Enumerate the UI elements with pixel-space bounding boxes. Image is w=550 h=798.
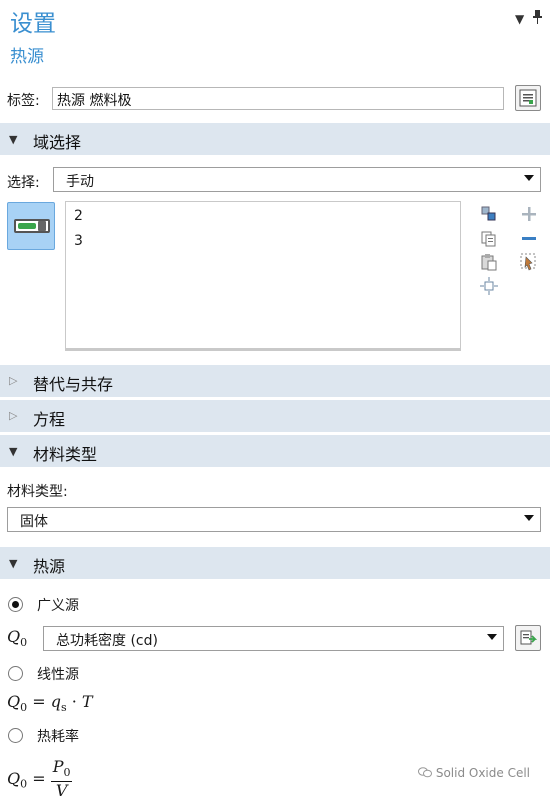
copy-icon[interactable] bbox=[479, 228, 499, 248]
list-item[interactable]: 3 bbox=[74, 233, 83, 249]
q0-value: 总功耗密度 (cd) bbox=[56, 633, 158, 649]
chevron-down-icon: ▼ bbox=[9, 133, 18, 146]
radio-heat-rate[interactable]: 热耗率 bbox=[0, 724, 550, 748]
section-title: 材料类型 bbox=[33, 445, 98, 464]
radio-label: 线性源 bbox=[37, 667, 79, 683]
watermark-text: Solid Oxide Cell bbox=[435, 766, 531, 780]
section-override[interactable]: ▷ 替代与共存 bbox=[0, 365, 550, 397]
page-subtitle: 热源 bbox=[10, 47, 44, 67]
material-type-dropdown[interactable]: 固体 bbox=[7, 507, 541, 532]
settings-header: 设置 热源 ▼ bbox=[0, 0, 550, 70]
radio-label: 热耗率 bbox=[37, 729, 79, 745]
radio-linear-source[interactable]: 线性源 bbox=[0, 662, 550, 686]
domain-list[interactable]: 2 3 bbox=[65, 201, 461, 351]
plus-icon[interactable] bbox=[519, 204, 539, 224]
section-material-type[interactable]: ▼ 材料类型 bbox=[0, 435, 550, 467]
heat-rate-formula: Q0 = P0 V bbox=[7, 757, 73, 798]
section-title: 域选择 bbox=[33, 133, 82, 152]
zoom-to-selection-icon[interactable] bbox=[479, 276, 499, 296]
clear-selection-icon[interactable] bbox=[519, 252, 539, 272]
active-toggle-icon[interactable] bbox=[7, 202, 55, 250]
selection-value: 手动 bbox=[66, 174, 94, 190]
label-caption: 标签: bbox=[7, 93, 40, 109]
list-item[interactable]: 2 bbox=[74, 208, 83, 224]
radio-button[interactable] bbox=[8, 728, 23, 743]
q0-dropdown[interactable]: 总功耗密度 (cd) bbox=[43, 626, 504, 651]
dropdown-arrow-icon bbox=[524, 175, 534, 181]
select-region-icon[interactable] bbox=[479, 204, 499, 224]
minus-icon[interactable] bbox=[519, 228, 539, 248]
section-title: 替代与共存 bbox=[33, 375, 114, 394]
material-type-value: 固体 bbox=[20, 514, 48, 530]
chevron-down-icon[interactable]: ▼ bbox=[515, 12, 524, 26]
dropdown-arrow-icon bbox=[524, 515, 534, 521]
label-row: 标签: 热源 燃料极 bbox=[0, 84, 550, 114]
pin-icon[interactable] bbox=[532, 10, 543, 27]
linear-source-formula: Q0 = qs · T bbox=[7, 692, 93, 715]
paste-icon[interactable] bbox=[479, 252, 499, 272]
selection-label: 选择: bbox=[7, 175, 40, 191]
chevron-right-icon: ▷ bbox=[9, 409, 18, 422]
section-heat-source[interactable]: ▼ 热源 bbox=[0, 547, 550, 579]
radio-label: 广义源 bbox=[37, 598, 79, 614]
radio-button[interactable] bbox=[8, 597, 23, 612]
watermark: Solid Oxide Cell bbox=[418, 766, 530, 780]
page-title: 设置 bbox=[10, 11, 56, 37]
section-title: 方程 bbox=[33, 410, 66, 429]
chevron-down-icon: ▼ bbox=[9, 557, 18, 570]
radio-button[interactable] bbox=[8, 666, 23, 681]
section-title: 热源 bbox=[33, 557, 66, 576]
radio-general-source[interactable]: 广义源 bbox=[0, 593, 550, 617]
chevron-right-icon: ▷ bbox=[9, 374, 18, 387]
chevron-down-icon: ▼ bbox=[9, 445, 18, 458]
q0-symbol: Q0 bbox=[7, 627, 28, 650]
selection-dropdown[interactable]: 手动 bbox=[53, 167, 541, 192]
section-domain-selection[interactable]: ▼ 域选择 bbox=[0, 123, 550, 155]
section-equation[interactable]: ▷ 方程 bbox=[0, 400, 550, 432]
go-to-source-icon[interactable] bbox=[515, 625, 541, 651]
wechat-icon bbox=[418, 766, 436, 780]
material-type-label: 材料类型: bbox=[7, 484, 68, 500]
label-input[interactable]: 热源 燃料极 bbox=[52, 87, 504, 110]
dropdown-arrow-icon bbox=[487, 634, 497, 640]
text-document-icon[interactable] bbox=[515, 85, 541, 111]
